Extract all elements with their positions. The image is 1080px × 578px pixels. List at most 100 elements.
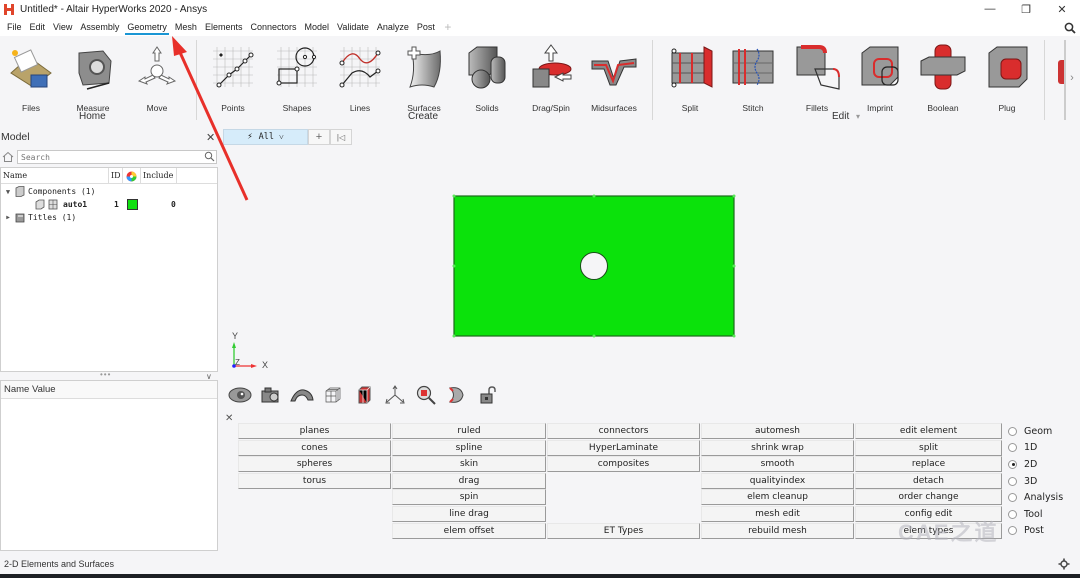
tool-solids[interactable]: Solids [456,40,518,116]
menu-file[interactable]: File [3,18,26,36]
tool-lines[interactable]: Lines [329,40,391,116]
plate-with-hole[interactable] [220,146,1080,382]
menu-geometry[interactable]: Geometry [123,18,171,36]
mesh-display-button[interactable] [317,384,348,406]
component-color-button[interactable] [348,384,379,406]
panel-button-elem-cleanup[interactable]: elem cleanup [701,489,854,506]
add-filter-button[interactable]: + [308,129,330,145]
column-color[interactable] [123,168,141,184]
radio-1d[interactable]: 1D [1008,440,1063,457]
radio-button[interactable] [1008,509,1017,519]
entity-filter-dropdown[interactable]: ⚡︎ All ˅ [223,129,308,145]
radio-2d[interactable]: 2D [1008,456,1063,473]
radio-button[interactable] [1008,493,1017,503]
visibility-geometry-icon[interactable] [35,199,45,210]
panel-button-shrink-wrap[interactable]: shrink wrap [701,439,854,456]
menu-mesh[interactable]: Mesh [171,18,201,36]
radio-3d[interactable]: 3D [1008,473,1063,490]
panel-button-drag[interactable]: drag [392,472,546,489]
panel-button-detach[interactable]: detach [855,472,1002,489]
tool-measure[interactable]: Measure [62,40,124,116]
panel-button-mesh-edit[interactable]: mesh edit [701,506,854,522]
radio-button[interactable] [1008,526,1017,536]
visibility-elements-icon[interactable] [48,199,58,210]
radio-button[interactable] [1008,476,1017,486]
column-name[interactable]: Name [1,168,109,184]
radio-button[interactable] [1008,443,1017,453]
find-button[interactable] [410,384,441,406]
panel-button-replace[interactable]: replace [855,456,1002,473]
menu-connectors[interactable]: Connectors [246,18,300,36]
component-color-swatch[interactable] [127,199,138,210]
tree-row-titles[interactable]: ▶ Titles (1) [1,211,217,224]
panel-button-spheres[interactable]: spheres [238,456,391,473]
panel-button-line-drag[interactable]: line drag [392,506,546,522]
search-icon[interactable] [1064,22,1076,34]
tool-midsurfaces[interactable]: Midsurfaces [583,40,645,116]
panel-button-hyperlaminate[interactable]: HyperLaminate [547,439,700,456]
panel-button-planes[interactable]: planes [238,423,391,439]
radio-geom[interactable]: Geom [1008,423,1063,440]
menu-post[interactable]: Post [413,18,439,36]
radio-post[interactable]: Post [1008,523,1063,540]
tool-files[interactable]: Files [0,40,62,116]
panel-button-edit-element[interactable]: edit element [855,423,1002,439]
column-include[interactable]: Include [141,168,177,184]
panel-button-connectors[interactable]: connectors [547,423,700,439]
menu-view[interactable]: View [49,18,76,36]
menu-analyze[interactable]: Analyze [373,18,413,36]
settings-gear-icon[interactable] [1058,558,1070,570]
tool-surfaces[interactable]: Surfaces [393,40,455,116]
panel-button-order-change[interactable]: order change [855,489,1002,506]
tool-imprint[interactable]: Imprint [849,40,911,116]
surface-display-button[interactable] [286,384,317,406]
tool-plug[interactable]: Plug [976,40,1038,116]
expand-toggle-icon[interactable]: ▼ [4,188,12,196]
edit-group-dropdown-icon[interactable]: ▾ [856,112,860,121]
panel-button-split[interactable]: split [855,439,1002,456]
panel-button-skin[interactable]: skin [392,456,546,473]
panel-button-cones[interactable]: cones [238,439,391,456]
panel-button-smooth[interactable]: smooth [701,456,854,473]
isolate-button[interactable] [379,384,410,406]
tool-move[interactable]: Move [126,40,188,116]
lock-view-button[interactable] [472,384,503,406]
radio-button[interactable] [1008,426,1017,436]
panel-button-config-edit[interactable]: config edit [855,506,1002,522]
collapse-filter-button[interactable]: |◁ [330,129,352,145]
radio-button-selected[interactable] [1008,459,1017,469]
panel-button-composites[interactable]: composites [547,456,700,473]
visualization-button[interactable] [224,384,255,406]
clipping-button[interactable] [441,384,472,406]
menu-assembly[interactable]: Assembly [76,18,123,36]
radio-analysis[interactable]: Analysis [1008,489,1063,506]
panel-button-spline[interactable]: spline [392,439,546,456]
tool-shapes[interactable]: Shapes [266,40,328,116]
panel-button-spin[interactable]: spin [392,489,546,506]
home-icon[interactable] [2,151,14,163]
tool-split[interactable]: Split [659,40,721,116]
menu-validate[interactable]: Validate [333,18,373,36]
snapshot-button[interactable] [255,384,286,406]
menu-edit[interactable]: Edit [26,18,50,36]
tool-points[interactable]: Points [202,40,264,116]
tool-boolean[interactable]: Boolean [912,40,974,116]
panel-splitter[interactable]: ••• ∨ [0,370,218,381]
model-search-input[interactable] [17,150,217,164]
panel-button-rebuild-mesh[interactable]: rebuild mesh [701,522,854,539]
model-panel-close-icon[interactable]: ✕ [206,131,215,144]
panel-button-automesh[interactable]: automesh [701,423,854,439]
panel-close-icon[interactable]: ✕ [225,413,233,424]
panel-button-elem-types[interactable]: elem types [855,522,1002,539]
close-button[interactable]: ✕ [1044,0,1080,18]
tool-fillets[interactable]: Fillets [786,40,848,116]
panel-button-ruled[interactable]: ruled [392,423,546,439]
tool-drag-spin[interactable]: Drag/Spin [520,40,582,116]
panel-button-elem-offset[interactable]: elem offset [392,522,546,539]
column-id[interactable]: ID [109,168,123,184]
search-icon[interactable] [204,151,215,162]
graphics-viewport[interactable]: Y X Z [220,146,1080,382]
panel-button-torus[interactable]: torus [238,472,391,489]
menu-model[interactable]: Model [301,18,334,36]
minimize-button[interactable]: — [972,0,1008,18]
